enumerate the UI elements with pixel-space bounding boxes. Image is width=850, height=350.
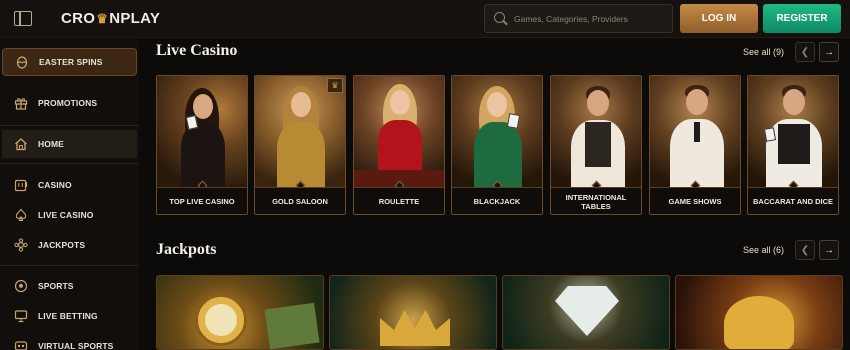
sidebar-item-promotions[interactable]: PROMOTIONS (2, 89, 137, 117)
card-label: GOLD SALOON (255, 187, 345, 214)
live-betting-icon (13, 309, 28, 324)
arrow-right-icon: → (824, 244, 834, 256)
game-card-international-tables[interactable]: INTERNATIONAL TABLES (550, 75, 642, 215)
prev-arrow-button[interactable]: ❮ (795, 240, 815, 260)
jackpot-card-pot-of-gold[interactable] (675, 275, 843, 350)
next-arrow-button[interactable]: → (819, 240, 839, 260)
brand-logo[interactable]: CRO ♛ NPLAY (61, 10, 160, 27)
register-button[interactable]: REGISTER (763, 4, 841, 33)
search-input[interactable] (514, 11, 669, 27)
sidebar-item-home[interactable]: HOME (2, 130, 137, 158)
game-card-roulette[interactable]: ROULETTE (353, 75, 445, 215)
sidebar-item-virtual-sports[interactable]: VIRTUAL SPORTS (2, 332, 137, 350)
game-card-baccarat-and-dice[interactable]: BACCARAT AND DICE (747, 75, 839, 215)
card-label: BACCARAT AND DICE (748, 187, 838, 214)
chevron-left-icon: ❮ (800, 244, 810, 256)
card-label: INTERNATIONAL TABLES (551, 187, 641, 214)
card-label: GAME SHOWS (650, 187, 740, 214)
home-icon (13, 137, 28, 152)
game-card-top-live-casino[interactable]: TOP LIVE CASINO (156, 75, 248, 215)
top-header: CRO♛NPLAY LOG IN REGISTER (0, 0, 850, 38)
see-all-live-casino-link[interactable]: See all (9) (743, 47, 784, 57)
egg-icon (14, 55, 29, 70)
game-card-gold-saloon[interactable]: ♛ GOLD SALOON (254, 75, 346, 215)
brand-logo-text-end: NPLAY (109, 10, 161, 27)
card-label: ROULETTE (354, 187, 444, 214)
section-title-live-casino: Live Casino (156, 42, 238, 59)
arrow-right-icon: → (824, 46, 834, 58)
login-button[interactable]: LOG IN (680, 4, 758, 33)
jackpot-card-gold-watch[interactable] (156, 275, 324, 350)
sidebar-item-casino[interactable]: CASINO (2, 171, 137, 199)
sidebar-item-label: PROMOTIONS (38, 98, 98, 108)
sidebar-item-jackpots[interactable]: JACKPOTS (2, 231, 137, 259)
sidebar-item-easter-spins[interactable]: EASTER SPINS (2, 48, 137, 76)
spade-icon (13, 208, 28, 223)
sidebar-item-sports[interactable]: SPORTS (2, 272, 137, 300)
sidebar-item-label: CASINO (38, 180, 72, 190)
game-card-blackjack[interactable]: BLACKJACK (451, 75, 543, 215)
sidebar-item-label: LIVE CASINO (38, 210, 94, 220)
card-image (157, 76, 247, 187)
section-title-jackpots: Jackpots (156, 241, 217, 258)
card-image (354, 76, 444, 187)
jackpot-icon (13, 238, 28, 253)
sidebar-divider (0, 163, 139, 164)
sidebar-item-label: SPORTS (38, 281, 74, 291)
soccer-ball-icon (13, 279, 28, 294)
brand-logo-text-start: CRO (61, 10, 96, 27)
slot-machine-icon (13, 178, 28, 193)
sidebar-item-live-casino[interactable]: LIVE CASINO (2, 201, 137, 229)
search-icon (494, 12, 505, 23)
sidebar-toggle-icon[interactable] (14, 11, 32, 26)
sidebar-item-label: JACKPOTS (38, 240, 86, 250)
chevron-left-icon: ❮ (800, 46, 810, 58)
jackpot-card-gold-crown[interactable] (329, 275, 497, 350)
card-image (452, 76, 542, 187)
see-all-jackpots-link[interactable]: See all (6) (743, 245, 784, 255)
sidebar-item-label: HOME (38, 139, 64, 149)
sidebar-divider (0, 265, 139, 266)
sidebar-item-live-betting[interactable]: LIVE BETTING (2, 302, 137, 330)
sidebar-item-label: LIVE BETTING (38, 311, 98, 321)
sidebar-item-label: EASTER SPINS (39, 57, 103, 67)
card-label: BLACKJACK (452, 187, 542, 214)
sidebar: EASTER SPINS PROMOTIONS HOME CASINO LIVE… (0, 39, 139, 350)
card-image (650, 76, 740, 187)
card-image (748, 76, 838, 187)
card-label: TOP LIVE CASINO (157, 187, 247, 214)
crown-icon: ♛ (96, 10, 109, 26)
next-arrow-button[interactable]: → (819, 42, 839, 62)
virtual-sports-icon (13, 339, 28, 350)
crown-badge-icon: ♛ (327, 78, 343, 93)
card-image (551, 76, 641, 187)
search-box[interactable] (484, 4, 673, 33)
gift-icon (13, 96, 28, 111)
sidebar-item-label: VIRTUAL SPORTS (38, 341, 114, 350)
sidebar-divider (0, 125, 139, 126)
game-card-game-shows[interactable]: GAME SHOWS (649, 75, 741, 215)
prev-arrow-button[interactable]: ❮ (795, 42, 815, 62)
jackpot-card-diamond[interactable] (502, 275, 670, 350)
